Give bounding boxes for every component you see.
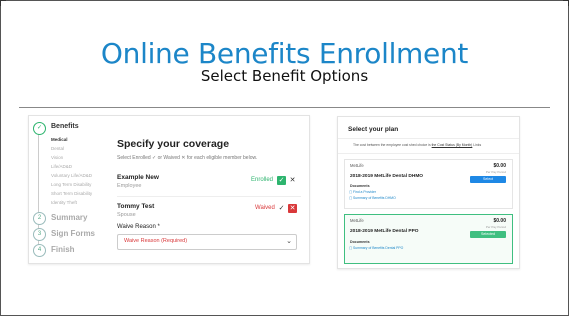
enrolled-status: Enrolled <box>251 177 274 183</box>
enroll-check-icon[interactable]: ✓ <box>277 176 286 185</box>
coverage-heading: Specify your coverage <box>117 138 230 150</box>
plan-carrier: MetLife <box>350 163 364 168</box>
select-plan-button[interactable]: Select <box>470 176 506 183</box>
waive-reason-label: Waive Reason * <box>117 224 160 230</box>
slide: Online Benefits Enrollment Select Benefi… <box>0 0 569 316</box>
cost-note: The cost between the employee cost shed … <box>353 143 482 147</box>
selected-plan-button[interactable]: Selected <box>470 231 506 238</box>
header-divider <box>338 138 519 139</box>
member-role: Employee <box>117 183 142 189</box>
step-number-icon: 4 <box>33 244 46 257</box>
benefit-item-std[interactable]: Short Term Disability <box>51 191 92 196</box>
plan-period: Per Pay Period <box>485 225 506 229</box>
plan-period: Per Pay Period <box>485 170 506 174</box>
step-number-icon: 2 <box>33 212 46 225</box>
step-sign-forms[interactable]: Sign Forms <box>51 229 95 238</box>
coverage-screenshot: ✓ Benefits Medical Dental Vision Life/AD… <box>28 115 310 264</box>
step-summary[interactable]: Summary <box>51 213 87 222</box>
waive-x-icon[interactable]: ✕ <box>288 204 297 213</box>
documents-label: Documents <box>350 184 370 188</box>
enrollment-steps: ✓ Benefits Medical Dental Vision Life/AD… <box>29 116 109 263</box>
benefit-item-identity-theft[interactable]: Identity Theft <box>51 200 77 205</box>
document-icon: ▢ <box>349 196 353 200</box>
check-circle-icon: ✓ <box>33 122 46 135</box>
step-finish[interactable]: Finish <box>51 245 75 254</box>
plan-carrier: MetLife <box>350 218 364 223</box>
benefit-item-medical[interactable]: Medical <box>51 137 68 142</box>
plan-name: 2018-2019 MetLife Dental DHMO <box>350 174 424 179</box>
waived-status: Waived <box>255 205 275 211</box>
waive-reason-value: Waive Reason (Required) <box>124 238 188 244</box>
plan-name: 2018-2019 MetLife Dental PPO <box>350 229 419 234</box>
waive-x-icon[interactable]: ✕ <box>288 176 297 185</box>
document-icon: ▢ <box>349 246 353 250</box>
coverage-hint: Select Enrolled ✓ or Waived ✕ for each e… <box>117 155 258 161</box>
benefit-item-voluntary-life[interactable]: Voluntary Life/AD&D <box>51 173 92 178</box>
benefit-item-dental[interactable]: Dental <box>51 146 64 151</box>
plan-price: $0.00 <box>493 218 506 224</box>
member-name: Example New <box>117 174 159 181</box>
slide-title: Online Benefits Enrollment <box>100 37 469 70</box>
plan-card-ppo[interactable]: MetLife 2018-2019 MetLife Dental PPO Doc… <box>344 214 513 264</box>
plan-heading: Select your plan <box>348 126 399 133</box>
step-number-icon: 3 <box>33 228 46 241</box>
cost-status-link[interactable]: the Cost Status (By Month) <box>432 143 473 147</box>
member-name: Tommy Test <box>117 203 155 210</box>
member-role: Spouse <box>117 212 136 218</box>
corner-mark <box>563 0 569 6</box>
row-divider <box>117 196 301 197</box>
note-divider <box>338 153 519 154</box>
enroll-check-icon[interactable]: ✓ <box>277 204 286 213</box>
step-benefits[interactable]: Benefits <box>51 123 79 130</box>
plan-price: $0.00 <box>493 163 506 169</box>
doc-link-summary-ppo[interactable]: ▢ Summary of Benefits Dental PPO <box>349 246 403 250</box>
coverage-panel: Specify your coverage Select Enrolled ✓ … <box>109 124 301 263</box>
benefit-item-ltd[interactable]: Long Term Disability <box>51 182 91 187</box>
documents-label: Documents <box>350 240 370 244</box>
doc-link-summary-dhmo[interactable]: ▢ Summary of Benefits DHMO <box>349 196 396 200</box>
plan-card-dhmo[interactable]: MetLife 2018-2019 MetLife Dental DHMO Do… <box>344 159 513 209</box>
slide-subtitle: Select Benefit Options <box>200 67 369 85</box>
benefit-item-vision[interactable]: Vision <box>51 155 63 160</box>
plan-select-screenshot: Select your plan The cost between the em… <box>337 116 520 269</box>
document-icon: ▢ <box>349 190 353 194</box>
chevron-down-icon: ⌄ <box>286 238 292 245</box>
waive-reason-select[interactable]: Waive Reason (Required) ⌄ <box>117 234 297 250</box>
doc-link-find-provider[interactable]: ▢ Find a Provider <box>349 190 376 194</box>
corner-mark <box>0 0 6 6</box>
title-divider <box>19 107 550 108</box>
benefit-item-life[interactable]: Life/AD&D <box>51 164 72 169</box>
